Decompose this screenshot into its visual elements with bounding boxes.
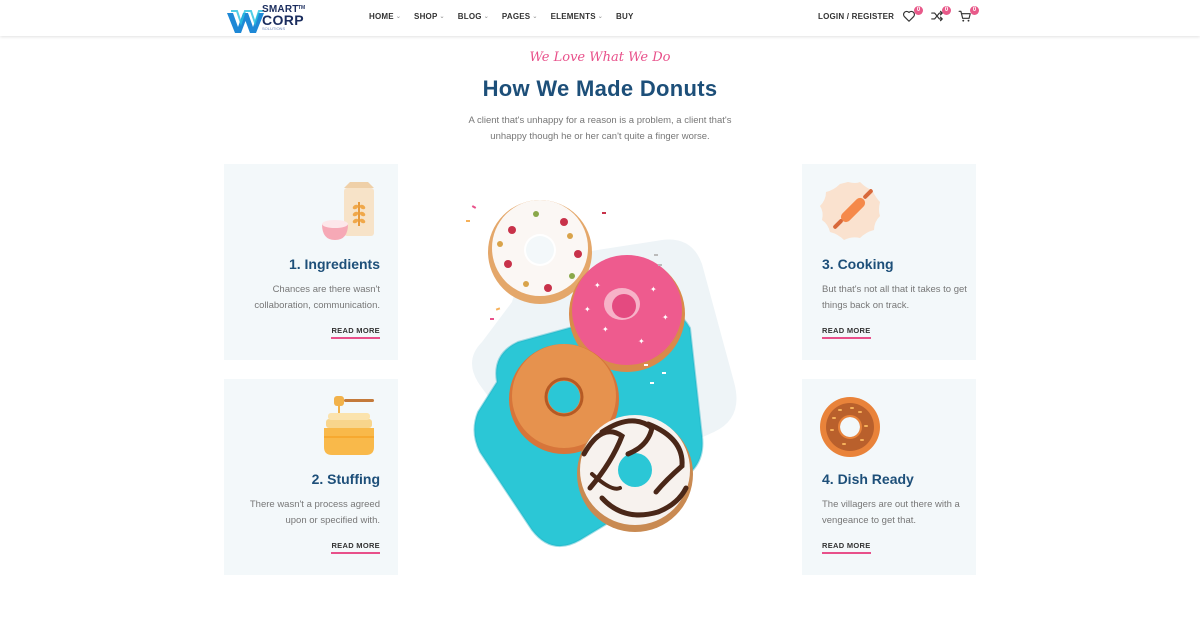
wishlist-button[interactable]: 0 bbox=[902, 6, 923, 25]
step-title: 4. Dish Ready bbox=[822, 471, 914, 487]
chevron-down-icon: ⌄ bbox=[597, 14, 603, 20]
nav-label: BUY bbox=[615, 12, 634, 21]
section-subtitle: A client that's unhappy for a reason is … bbox=[468, 115, 732, 142]
nav-item-blog[interactable]: BLOG ⌄ bbox=[458, 12, 489, 21]
nav-item-buy[interactable]: BUY bbox=[616, 12, 634, 21]
nav-item-pages[interactable]: PAGES ⌄ bbox=[502, 12, 538, 21]
logo-line-2: CORP bbox=[262, 12, 305, 28]
read-more-link[interactable]: READ MORE bbox=[331, 326, 380, 339]
cart-button[interactable]: 0 bbox=[958, 6, 979, 25]
compare-button[interactable]: 0 bbox=[930, 6, 951, 25]
read-more-link[interactable]: READ MORE bbox=[822, 541, 871, 554]
step-text: But that's not all that it takes to get … bbox=[822, 284, 967, 311]
read-more-link[interactable]: READ MORE bbox=[822, 326, 871, 339]
step-card-dish-ready: 4. Dish Ready The villagers are out ther… bbox=[802, 379, 976, 575]
main-nav: HOME ⌄ SHOP ⌄ BLOG ⌄ PAGES ⌄ ELEMENTS ⌄ … bbox=[369, 12, 646, 21]
svg-text:✦: ✦ bbox=[638, 337, 645, 346]
svg-text:✦: ✦ bbox=[584, 305, 591, 314]
nav-item-shop[interactable]: SHOP ⌄ bbox=[414, 12, 445, 21]
step-text: There wasn't a process agreed upon or sp… bbox=[249, 499, 380, 526]
rolling-pin-icon bbox=[820, 182, 880, 240]
chevron-down-icon: ⌄ bbox=[483, 14, 489, 20]
svg-text:✦: ✦ bbox=[650, 285, 657, 294]
donut-icon bbox=[820, 397, 880, 457]
logo-tm: TM bbox=[298, 5, 306, 11]
cart-count-badge: 0 bbox=[970, 6, 979, 15]
step-card-ingredients: 1. Ingredients Chances are there wasn't … bbox=[224, 164, 398, 360]
logo-text[interactable]: SMART CORP SOLUTIONS TM bbox=[262, 5, 322, 32]
svg-text:✦: ✦ bbox=[662, 313, 669, 322]
step-card-stuffing: 2. Stuffing There wasn't a process agree… bbox=[224, 379, 398, 575]
chevron-down-icon: ⌄ bbox=[532, 14, 538, 20]
flour-bag-icon bbox=[322, 182, 374, 240]
section-title: How We Made Donuts bbox=[482, 76, 718, 101]
step-title: 2. Stuffing bbox=[311, 471, 380, 487]
step-card-cooking: 3. Cooking But that's not all that it ta… bbox=[802, 164, 976, 360]
step-title: 1. Ingredients bbox=[288, 256, 380, 272]
compare-count-badge: 0 bbox=[942, 6, 951, 15]
honey-jar-icon bbox=[324, 396, 374, 455]
chevron-down-icon: ⌄ bbox=[439, 14, 445, 20]
nav-label: ELEMENTS bbox=[550, 12, 596, 21]
step-title: 3. Cooking bbox=[822, 256, 894, 272]
step-text: Chances are there wasn't collaboration, … bbox=[254, 284, 380, 311]
svg-text:✦: ✦ bbox=[602, 325, 609, 334]
wishlist-count-badge: 0 bbox=[914, 6, 923, 15]
nav-label: SHOP bbox=[414, 12, 438, 21]
step-text: The villagers are out there with a venge… bbox=[822, 499, 960, 526]
read-more-link[interactable]: READ MORE bbox=[331, 541, 380, 554]
nav-label: BLOG bbox=[457, 12, 482, 21]
section-eyebrow: We Love What We Do bbox=[529, 50, 671, 65]
nav-label: HOME bbox=[369, 12, 394, 21]
site-header: SMART CORP SOLUTIONS TM HOME ⌄ SHOP ⌄ BL… bbox=[0, 0, 1200, 36]
chevron-down-icon: ⌄ bbox=[395, 14, 402, 20]
donuts-illustration: ✦ ✦ ✦ ✦ ✦ ✦ bbox=[466, 200, 737, 548]
login-register-link[interactable]: LOGIN / REGISTER bbox=[818, 12, 894, 21]
nav-label: PAGES bbox=[501, 12, 531, 21]
nav-item-elements[interactable]: ELEMENTS ⌄ bbox=[551, 12, 603, 21]
svg-text:✦: ✦ bbox=[594, 281, 601, 290]
nav-item-home[interactable]: HOME ⌄ bbox=[369, 12, 401, 21]
